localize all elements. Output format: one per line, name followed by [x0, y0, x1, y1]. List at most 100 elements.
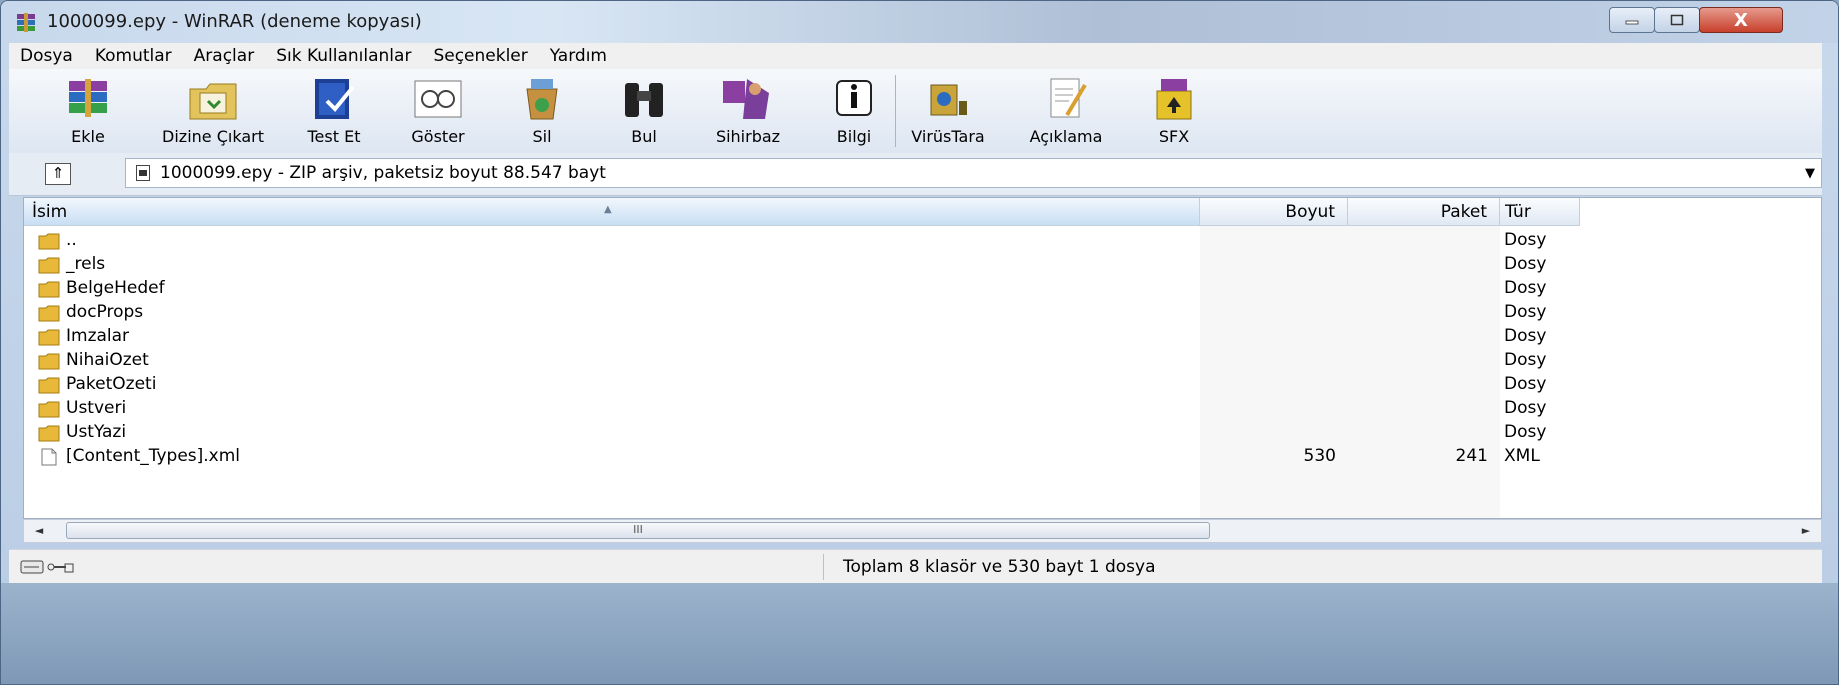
- file-packed: 241: [1455, 446, 1488, 466]
- comment-button[interactable]: Açıklama: [1017, 75, 1115, 151]
- column-packed-label: Paket: [1440, 202, 1487, 222]
- column-header-type[interactable]: Tür: [1500, 198, 1580, 226]
- menu-komutlar[interactable]: Komutlar: [84, 46, 183, 66]
- column-size-label: Boyut: [1285, 202, 1335, 222]
- menu-bar: Dosya Komutlar Araçlar Sık Kullanılanlar…: [9, 43, 1822, 69]
- column-header-packed[interactable]: Paket: [1348, 198, 1500, 226]
- test-button[interactable]: Test Et: [285, 75, 383, 151]
- drive-key-icon: [20, 560, 74, 574]
- file-row[interactable]: PaketOzeti Dosy: [24, 373, 1580, 397]
- archive-file-icon: [136, 165, 150, 181]
- column-header-name[interactable]: İsim ▲: [24, 198, 1200, 226]
- file-type: Dosy: [1504, 326, 1547, 346]
- test-archive-icon: [315, 79, 355, 119]
- maximize-button[interactable]: [1654, 7, 1700, 33]
- sfx-button[interactable]: SFX: [1125, 75, 1223, 151]
- address-bar: ⇑ 1000099.epy - ZIP arşiv, paketsiz boyu…: [9, 153, 1822, 196]
- address-dropdown-icon[interactable]: ▼: [1805, 166, 1815, 181]
- window-title: 1000099.epy - WinRAR (deneme kopyası): [47, 11, 422, 32]
- file-size: 530: [1303, 446, 1336, 466]
- file-type: Dosy: [1504, 422, 1547, 442]
- close-icon: X: [1734, 9, 1748, 31]
- file-name: NihaiOzet: [66, 350, 149, 370]
- status-separator: [823, 554, 824, 580]
- test-label: Test Et: [307, 127, 361, 146]
- folder-icon: [38, 329, 60, 346]
- add-button[interactable]: Ekle: [39, 75, 137, 151]
- sort-ascending-icon: ▲: [604, 204, 612, 215]
- status-text: Toplam 8 klasör ve 530 bayt 1 dosya: [843, 557, 1156, 577]
- minimize-button[interactable]: [1609, 7, 1655, 33]
- column-header-size[interactable]: Boyut: [1200, 198, 1348, 226]
- menu-dosya[interactable]: Dosya: [9, 46, 84, 66]
- minimize-icon: [1625, 20, 1639, 25]
- view-button[interactable]: Göster: [389, 75, 487, 151]
- scroll-right-icon[interactable]: ►: [1791, 520, 1821, 542]
- file-name: Imzalar: [66, 326, 130, 346]
- view-icon: [414, 80, 462, 118]
- toolbar: Ekle Dizine Çıkart Test Et Göster Sil Bu…: [9, 69, 1822, 154]
- sfx-icon: [1156, 79, 1192, 120]
- folder-icon: [38, 377, 60, 394]
- delete-icon: [526, 79, 558, 120]
- info-icon: [836, 80, 872, 116]
- file-row[interactable]: docProps Dosy: [24, 301, 1580, 325]
- folder-icon: [38, 425, 60, 442]
- file-row[interactable]: UstYazi Dosy: [24, 421, 1580, 445]
- file-name: UstYazi: [66, 422, 127, 442]
- file-row[interactable]: .. Dosy: [24, 229, 1580, 253]
- desktop-background: [1, 583, 1838, 684]
- wizard-button[interactable]: Sihirbaz: [699, 75, 797, 151]
- file-name: Ustveri: [66, 398, 127, 418]
- find-button[interactable]: Bul: [595, 75, 693, 151]
- toolbar-separator: [895, 75, 896, 147]
- file-row[interactable]: BelgeHedef Dosy: [24, 277, 1580, 301]
- delete-button[interactable]: Sil: [493, 75, 591, 151]
- winrar-app-icon: [17, 13, 35, 32]
- scroll-left-icon[interactable]: ◄: [24, 520, 54, 542]
- column-type-label: Tür: [1505, 202, 1531, 222]
- virus-scan-label: VirüsTara: [911, 127, 985, 146]
- file-type: Dosy: [1504, 230, 1547, 250]
- file-type: Dosy: [1504, 254, 1547, 274]
- file-row[interactable]: Imzalar Dosy: [24, 325, 1580, 349]
- file-row[interactable]: Ustveri Dosy: [24, 397, 1580, 421]
- extract-to-folder-icon: [189, 83, 237, 120]
- file-name: [Content_Types].xml: [66, 446, 241, 466]
- file-row[interactable]: [Content_Types].xml 530 241 XML: [24, 445, 1580, 469]
- comment-icon: [1050, 78, 1087, 118]
- folder-icon: [38, 353, 60, 370]
- column-name-label: İsim: [32, 202, 68, 222]
- folder-icon: [38, 305, 60, 322]
- virus-scan-button[interactable]: VirüsTara: [899, 75, 997, 151]
- folder-icon: [38, 281, 60, 298]
- file-type: Dosy: [1504, 398, 1547, 418]
- close-button[interactable]: X: [1699, 7, 1783, 33]
- delete-label: Sil: [532, 127, 552, 146]
- extract-to-button[interactable]: Dizine Çıkart: [149, 75, 277, 151]
- file-name: PaketOzeti: [66, 374, 157, 394]
- scrollbar-thumb[interactable]: III: [66, 522, 1210, 539]
- file-row[interactable]: _rels Dosy: [24, 253, 1580, 277]
- file-name: _rels: [66, 254, 106, 274]
- info-label: Bilgi: [836, 127, 872, 146]
- file-row[interactable]: NihaiOzet Dosy: [24, 349, 1580, 373]
- wizard-label: Sihirbaz: [715, 127, 781, 146]
- menu-araclar[interactable]: Araçlar: [183, 46, 266, 66]
- maximize-icon: [1670, 14, 1684, 26]
- find-binoculars-icon: [625, 83, 663, 117]
- title-bar[interactable]: 1000099.epy - WinRAR (deneme kopyası) X: [1, 1, 1838, 43]
- menu-sik-kullanilanlar[interactable]: Sık Kullanılanlar: [265, 46, 422, 66]
- horizontal-scrollbar[interactable]: ◄ III ►: [23, 519, 1822, 543]
- menu-yardim[interactable]: Yardım: [539, 46, 618, 66]
- virus-scan-icon: [930, 84, 967, 116]
- comment-label: Açıklama: [1029, 127, 1103, 146]
- up-arrow-icon: ⇑: [51, 164, 65, 182]
- info-button[interactable]: Bilgi: [805, 75, 903, 151]
- winrar-window: 1000099.epy - WinRAR (deneme kopyası) X …: [0, 0, 1839, 685]
- folder-icon: [38, 257, 60, 274]
- add-archive-icon: [69, 79, 107, 117]
- up-folder-button[interactable]: ⇑: [45, 163, 71, 185]
- address-field[interactable]: 1000099.epy - ZIP arşiv, paketsiz boyut …: [125, 158, 1822, 188]
- menu-secenekler[interactable]: Seçenekler: [422, 46, 538, 66]
